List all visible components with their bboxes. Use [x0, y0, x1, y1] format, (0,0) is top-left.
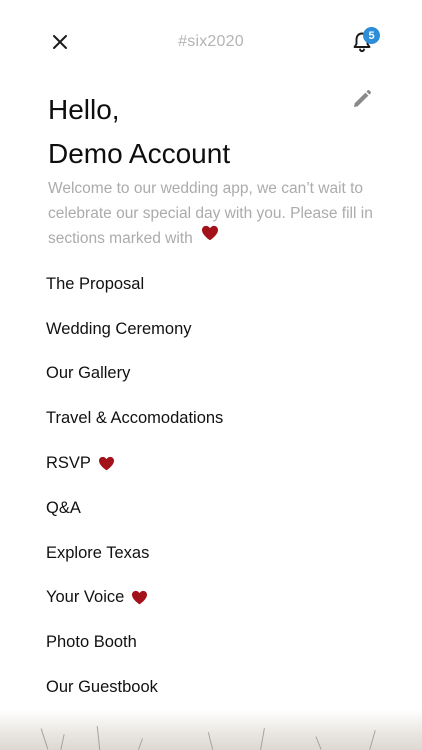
menu-item-label: Travel & Accomodations: [46, 409, 224, 428]
menu-item-label: Photo Booth: [46, 633, 137, 652]
menu-item[interactable]: Our Gallery: [46, 352, 386, 397]
decorative-footer-image: [0, 710, 422, 750]
menu-item-label: RSVP: [46, 454, 91, 473]
menu-item[interactable]: Wedding Ceremony: [46, 307, 386, 352]
menu-item[interactable]: RSVP: [46, 441, 386, 486]
menu-item[interactable]: Photo Booth: [46, 620, 386, 665]
menu-item-label: Wedding Ceremony: [46, 319, 192, 338]
greeting-user-name: Demo Account: [48, 138, 231, 169]
pencil-icon: [354, 90, 371, 107]
menu-item[interactable]: Your Voice: [46, 576, 386, 621]
menu-item-label: Q&A: [46, 498, 81, 517]
required-heart-icon: [98, 456, 115, 471]
menu-item-label: Our Gallery: [46, 364, 131, 383]
greeting-hello: Hello,: [48, 94, 120, 125]
required-heart-icon: [201, 224, 219, 249]
menu-item[interactable]: Travel & Accomodations: [46, 396, 386, 441]
menu-item[interactable]: The Proposal: [46, 262, 386, 307]
notification-count-badge: 5: [363, 27, 380, 44]
menu-item[interactable]: Explore Texas: [46, 531, 386, 576]
menu-item[interactable]: Our Guestbook: [46, 665, 386, 710]
menu-item-label: Our Guestbook: [46, 678, 158, 697]
greeting-heading: Hello, Demo Account: [48, 88, 328, 176]
section-menu: The Proposal Wedding Ceremony Our Gallery T…: [46, 262, 386, 710]
required-heart-icon: [131, 590, 148, 605]
welcome-message: Welcome to our wedding app, we can’t wai…: [48, 176, 380, 251]
menu-item[interactable]: Q&A: [46, 486, 386, 531]
edit-profile-button[interactable]: [350, 87, 374, 111]
menu-item-label: Your Voice: [46, 588, 125, 607]
menu-item-label: Explore Texas: [46, 543, 150, 562]
menu-item-label: The Proposal: [46, 274, 145, 293]
top-bar: #six2020 5: [0, 0, 422, 84]
